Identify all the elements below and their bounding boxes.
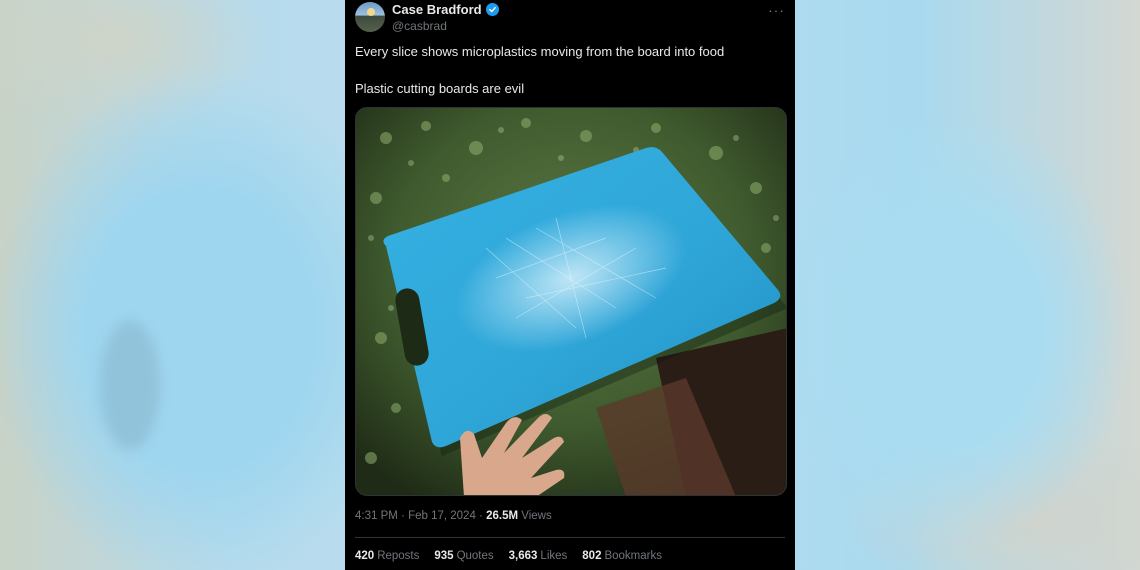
bookmarks-count: 802 xyxy=(582,550,602,562)
quotes-stat[interactable]: 935 Quotes xyxy=(434,550,493,562)
more-options-icon[interactable]: ··· xyxy=(768,2,785,18)
reposts-stat[interactable]: 420 Reposts xyxy=(355,550,419,562)
tweet-header: Case Bradford @casbrad ··· xyxy=(355,2,785,36)
likes-count: 3,663 xyxy=(508,550,538,562)
engagement-stats: 420 Reposts 935 Quotes 3,663 Likes 802 Bookm… xyxy=(355,550,662,562)
bookmarks-stat[interactable]: 802 Bookmarks xyxy=(582,550,662,562)
quotes-count: 935 xyxy=(434,550,454,562)
tweet-text-line-2: Plastic cutting boards are evil xyxy=(355,81,525,96)
tweet-time[interactable]: 4:31 PM xyxy=(355,510,398,522)
cutting-board-photo-icon xyxy=(356,108,786,495)
display-name[interactable]: Case Bradford xyxy=(392,2,482,17)
tweet-text-line-1: Every slice shows microplastics moving f… xyxy=(355,44,725,59)
divider xyxy=(355,537,785,538)
avatar[interactable] xyxy=(355,2,385,32)
quotes-label: Quotes xyxy=(456,550,494,562)
meta-separator: · xyxy=(397,510,409,522)
name-row: Case Bradford xyxy=(392,2,499,17)
reposts-label: Reposts xyxy=(377,550,420,562)
tweet-date[interactable]: Feb 17, 2024 xyxy=(408,510,476,522)
tweet-card: Case Bradford @casbrad ··· Every slice s… xyxy=(345,0,795,570)
user-handle[interactable]: @casbrad xyxy=(392,19,447,33)
tweet-meta: 4:31 PM · Feb 17, 2024 · 26.5M Views xyxy=(355,510,552,522)
likes-label: Likes xyxy=(540,550,568,562)
tweet-photo[interactable] xyxy=(355,107,787,496)
meta-separator: · xyxy=(475,510,487,522)
views-count: 26.5M xyxy=(486,510,519,522)
reposts-count: 420 xyxy=(355,550,375,562)
likes-stat[interactable]: 3,663 Likes xyxy=(509,550,568,562)
bookmarks-label: Bookmarks xyxy=(604,550,662,562)
views-label: Views xyxy=(518,510,552,522)
verified-badge-icon xyxy=(485,3,499,16)
background-blur-shape xyxy=(100,320,160,450)
